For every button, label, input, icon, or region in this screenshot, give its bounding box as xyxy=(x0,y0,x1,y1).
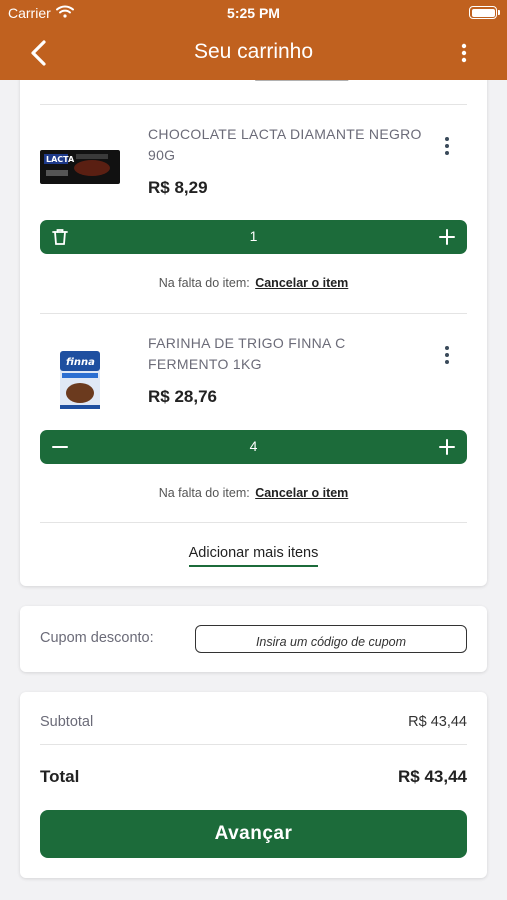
cart-item: LACTA CHOCOLATE LACTA DIAMANTE NEGRO 90G… xyxy=(20,104,487,314)
add-more-items-label: Adicionar mais itens xyxy=(188,545,319,567)
product-name: FARINHA DE TRIGO FINNA C FERMENTO 1KG xyxy=(148,335,346,372)
product-image: finna xyxy=(40,333,120,413)
plus-icon[interactable] xyxy=(435,225,459,249)
cart-item: finna FARINHA DE TRIGO FINNA C FERMENTO … xyxy=(20,313,487,523)
quantity-stepper: 4 xyxy=(40,430,467,464)
product-name: CHOCOLATE LACTA DIAMANTE NEGRO 90G xyxy=(148,126,422,163)
item-options-icon[interactable] xyxy=(443,136,451,156)
advance-button[interactable]: Avançar xyxy=(40,810,467,858)
cancel-item-link[interactable]: Cancelar o item xyxy=(255,276,348,290)
product-price: R$ 8,29 xyxy=(148,178,208,197)
kebab-vertical-icon[interactable] xyxy=(461,42,467,64)
page-title: Seu carrinho xyxy=(193,40,314,63)
nav-bar: Seu carrinho xyxy=(0,28,507,78)
quantity-value: 1 xyxy=(249,228,258,244)
total-label: Total xyxy=(40,767,80,786)
total-row: Total R$ 43,44 xyxy=(40,767,467,787)
lack-option-label: Na falta do item: xyxy=(158,276,250,290)
coupon-card: Cupom desconto: xyxy=(20,606,487,672)
battery-icon xyxy=(469,6,500,19)
subtotal-value: R$ 43,44 xyxy=(408,714,467,730)
lack-option-label: Na falta do item: xyxy=(158,486,250,500)
coupon-label: Cupom desconto: xyxy=(40,630,154,646)
quantity-stepper: 1 xyxy=(40,220,467,254)
status-bar: Carrier 5:25 PM xyxy=(0,0,507,28)
lack-option: Na falta do item: Cancelar o item xyxy=(20,486,487,500)
lack-option: Na falta do item: Cancelar o item xyxy=(20,276,487,290)
add-more-items-link[interactable]: Adicionar mais itens xyxy=(20,545,487,567)
subtotal-label: Subtotal xyxy=(40,714,94,730)
divider xyxy=(40,522,467,523)
product-price: R$ 28,76 xyxy=(148,387,217,406)
plus-icon[interactable] xyxy=(435,435,459,459)
product-image: LACTA xyxy=(40,124,120,204)
total-value: R$ 43,44 xyxy=(398,767,467,786)
subtotal-row: Subtotal R$ 43,44 xyxy=(40,714,467,730)
app-header: Carrier 5:25 PM Seu carrinho xyxy=(0,0,507,80)
totals-card: Subtotal R$ 43,44 Total R$ 43,44 Avançar xyxy=(20,692,487,878)
svg-text:finna: finna xyxy=(66,357,95,368)
status-time: 5:25 PM xyxy=(227,5,280,21)
divider xyxy=(40,744,467,745)
coupon-input[interactable] xyxy=(195,625,467,653)
quantity-value: 4 xyxy=(249,438,258,454)
svg-text:LACTA: LACTA xyxy=(46,155,75,164)
cancel-item-link[interactable]: Cancelar o item xyxy=(255,486,348,500)
cart-items-card: Na falta do item: Cancelar o item LACTA … xyxy=(20,60,487,586)
item-options-icon[interactable] xyxy=(443,345,451,365)
